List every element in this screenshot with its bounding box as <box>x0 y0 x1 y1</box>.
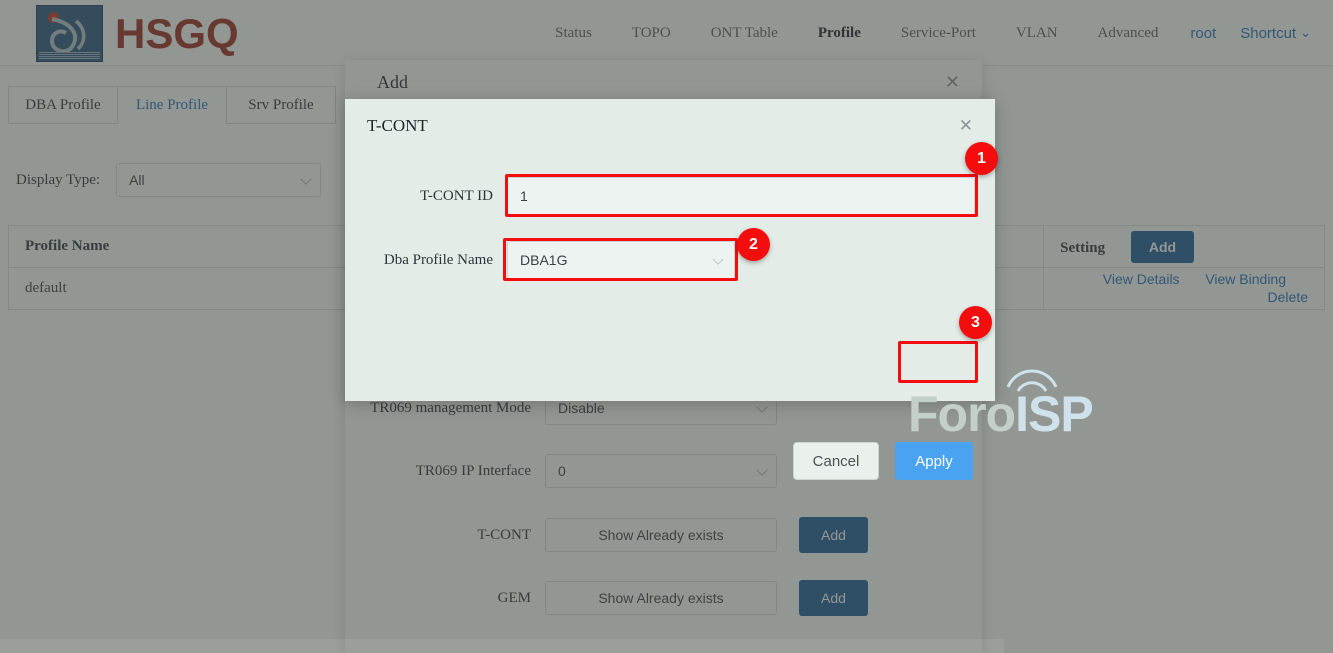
tcont-modal-title: T-CONT <box>367 116 428 135</box>
tcont-id-label: T-CONT ID <box>420 187 493 204</box>
highlight-apply <box>898 341 978 383</box>
app-root: HSGQ Status TOPO ONT Table Profile Servi… <box>0 0 1333 653</box>
highlight-dba-profile <box>503 238 738 281</box>
step-badge-1: 1 <box>965 142 998 175</box>
tcont-modal-actions: Cancel Apply <box>793 442 973 480</box>
dba-profile-label: Dba Profile Name <box>383 251 493 268</box>
step-badge-2: 2 <box>737 228 770 261</box>
apply-button[interactable]: Apply <box>895 442 973 480</box>
highlight-tcont-id <box>505 174 978 217</box>
step-badge-3: 3 <box>959 306 992 339</box>
page-bottom-strip <box>0 639 1004 653</box>
cancel-button[interactable]: Cancel <box>793 442 879 480</box>
close-icon[interactable]: ✕ <box>959 116 973 136</box>
